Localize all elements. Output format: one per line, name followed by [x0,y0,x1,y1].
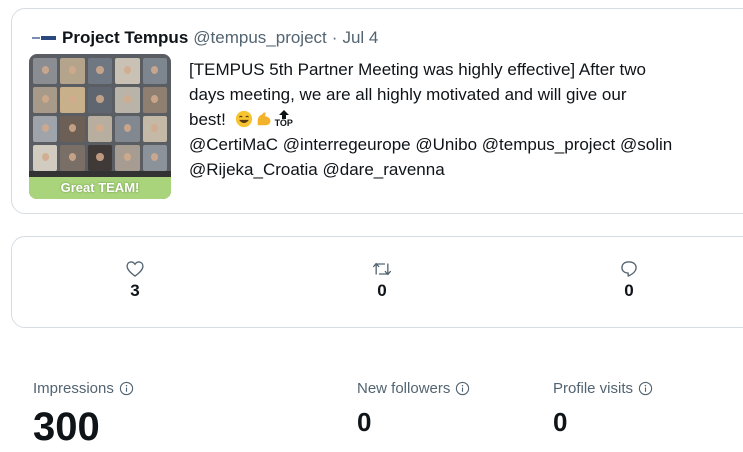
likes-count: 3 [130,281,140,300]
replies-count: 0 [624,281,634,300]
tweet-text-line: days meeting, we are all highly motivate… [189,85,627,104]
tweet-text-segment: best! [189,110,226,129]
impressions-label-row: Impressions [33,380,134,397]
info-icon[interactable] [119,381,134,396]
top-arrow-icon: TOP [275,110,293,128]
mentions-line: @Rijeka_Croatia @dare_ravenna [189,157,743,182]
flexed-biceps-icon [257,112,271,126]
info-icon[interactable] [455,381,470,396]
new-followers-value: 0 [357,407,372,437]
impressions-stat: Impressions 300 [33,380,134,449]
mention-link[interactable]: @Unibo [415,135,477,154]
heart-icon [126,261,144,277]
separator-dot: · [331,28,338,47]
new-followers-stat: New followers 0 [357,380,470,437]
retweet-icon [373,262,391,276]
grinning-face-icon [235,110,252,128]
tempus-logo-icon [32,32,56,44]
impressions-value: 300 [33,405,100,449]
tweet-media-thumbnail[interactable]: Great TEAM! [29,54,171,199]
profile-visits-stat: Profile visits 0 [553,380,653,437]
mention-link[interactable]: @CertiMaC [189,135,278,154]
engagement-card: 3 0 0 [11,236,743,328]
retweets-count: 0 [377,281,387,300]
mention-link[interactable]: @tempus_project [482,135,616,154]
tweet-text-line-3: best! TOP [189,107,743,132]
tweet-card[interactable]: Project Tempus @tempus_project · Jul 4 G… [11,8,743,214]
tweet-text-line: [TEMPUS 5th Partner Meeting was highly e… [189,60,646,79]
author-name[interactable]: Project Tempus [62,28,188,48]
new-followers-label-row: New followers [357,380,470,397]
profile-visits-value: 0 [553,407,568,437]
mention-link[interactable]: @Rijeka_Croatia [189,160,318,179]
emoji-group: TOP [235,110,293,128]
video-call-grid [33,58,167,171]
profile-visits-label-row: Profile visits [553,380,653,397]
tweet-date[interactable]: Jul 4 [342,28,378,48]
tweet-text: [TEMPUS 5th Partner Meeting was highly e… [189,57,743,182]
tweet-author-row: Project Tempus @tempus_project · Jul 4 [32,28,378,48]
mention-link[interactable]: @interregeurope [283,135,411,154]
replies-metric[interactable]: 0 [609,259,649,301]
author-handle[interactable]: @tempus_project [193,28,327,48]
new-followers-label: New followers [357,380,451,397]
profile-visits-label: Profile visits [553,380,634,397]
mention-link[interactable]: @solin [620,135,672,154]
impressions-label: Impressions [33,380,114,397]
reply-icon [621,261,637,277]
info-icon[interactable] [638,381,653,396]
mentions-line: @CertiMaC @interregeurope @Unibo @tempus… [189,132,743,157]
retweets-metric[interactable]: 0 [362,259,402,301]
image-caption: Great TEAM! [29,177,171,199]
top-badge-text: TOP [274,118,293,128]
likes-metric[interactable]: 3 [115,259,155,301]
mention-link[interactable]: @dare_ravenna [323,160,445,179]
